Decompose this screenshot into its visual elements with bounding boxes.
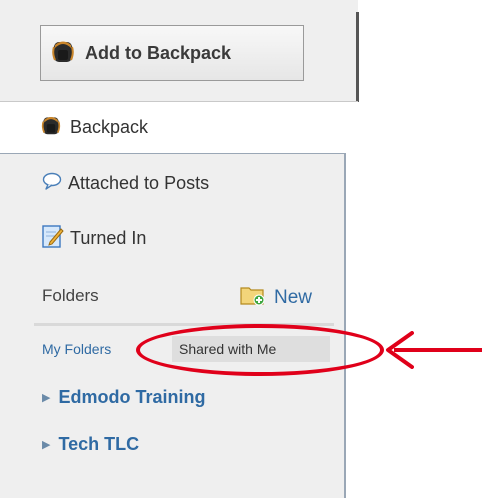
folder-item-label: Tech TLC [58,434,140,454]
add-to-backpack-button[interactable]: Add to Backpack [40,25,304,81]
expand-triangle-icon[interactable]: ▶ [42,438,50,451]
nav-turned-in[interactable]: Turned In [42,224,146,253]
tab-backpack-label: Backpack [70,116,149,137]
nav-attached-to-posts[interactable]: Attached to Posts [42,172,209,195]
folder-item-tech-tlc[interactable]: ▶ Tech TLC [42,434,139,455]
backpack-icon [40,114,62,141]
tab-my-folders[interactable]: My Folders [42,341,111,357]
tab-backpack[interactable]: Backpack [40,112,148,142]
annotation-arrow-head-icon [386,331,414,369]
add-to-backpack-label: Add to Backpack [85,42,232,63]
expand-triangle-icon[interactable]: ▶ [42,391,50,404]
folder-item-label: Edmodo Training [58,387,206,407]
nav-attached-to-posts-label: Attached to Posts [68,173,210,193]
annotation-highlight-ellipse [136,324,384,376]
folder-item-edmodo-training[interactable]: ▶ Edmodo Training [42,387,205,408]
folders-heading: Folders [42,286,99,305]
backpack-icon [51,38,75,69]
new-folder-button[interactable]: New [240,284,312,311]
header-divider [0,101,358,102]
edit-document-icon [42,224,64,253]
new-folder-icon [240,284,266,311]
new-folder-label: New [274,286,313,308]
nav-turned-in-label: Turned In [70,228,147,248]
header-panel-edge [356,12,359,102]
speech-bubble-icon [42,172,62,195]
